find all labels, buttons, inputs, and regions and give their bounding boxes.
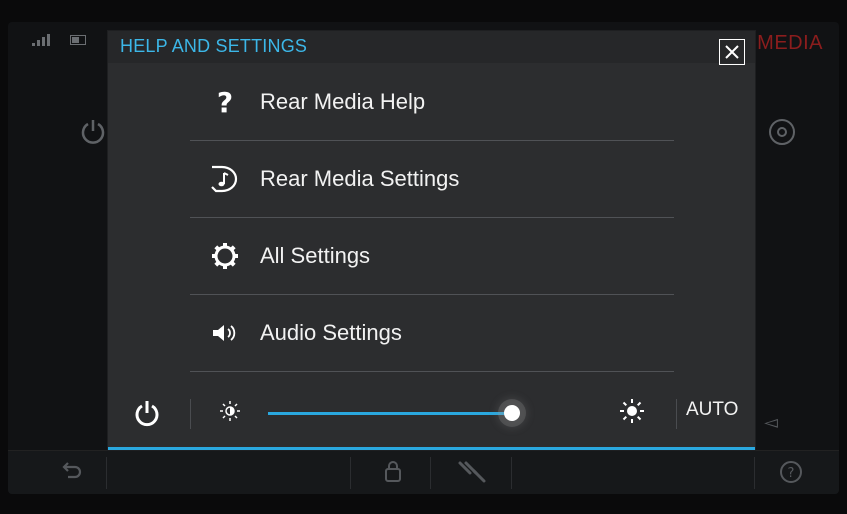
menu-item-all-settings[interactable]: All Settings xyxy=(190,218,674,295)
divider xyxy=(754,457,755,489)
help-settings-dialog: HELP AND SETTINGS ? Rear Media Help Rear… xyxy=(108,31,755,450)
accent-line xyxy=(108,447,755,450)
divider xyxy=(190,399,191,429)
brightness-low-icon[interactable] xyxy=(218,399,242,427)
brightness-slider-handle[interactable] xyxy=(504,405,520,421)
disc-icon xyxy=(769,119,795,145)
divider xyxy=(430,457,431,489)
link-icon xyxy=(456,459,488,491)
background-app-title: MEDIA xyxy=(757,32,823,54)
menu-item-audio-settings[interactable]: Audio Settings xyxy=(190,295,674,372)
status-bar xyxy=(32,34,86,46)
menu-item-rear-media-help[interactable]: ? Rear Media Help xyxy=(190,64,674,141)
lock-icon xyxy=(383,459,403,489)
signal-icon xyxy=(32,34,54,46)
divider xyxy=(350,457,351,489)
gear-icon xyxy=(190,241,260,271)
screen: MEDIA ◅ ? HELP AND SETTINGS ? Rear Media… xyxy=(0,0,847,514)
speaker-muted-icon: ◅ xyxy=(764,412,778,433)
back-icon xyxy=(60,459,84,489)
speaker-icon xyxy=(190,322,260,344)
divider xyxy=(511,457,512,489)
divider xyxy=(106,457,107,489)
menu-item-label: Audio Settings xyxy=(260,320,402,345)
battery-icon xyxy=(70,35,86,45)
svg-text:?: ? xyxy=(788,466,795,481)
settings-menu: ? Rear Media Help Rear Media Settings Al… xyxy=(190,64,674,372)
menu-item-label: Rear Media Settings xyxy=(260,166,460,191)
power-icon xyxy=(135,401,159,427)
divider xyxy=(676,399,677,429)
question-icon: ? xyxy=(190,87,260,117)
menu-item-label: All Settings xyxy=(260,243,371,268)
menu-item-label: Rear Media Help xyxy=(260,89,426,114)
close-button[interactable] xyxy=(719,39,745,65)
close-icon xyxy=(725,45,739,59)
power-icon xyxy=(80,118,106,150)
rear-media-icon xyxy=(190,163,260,195)
dialog-title: HELP AND SETTINGS xyxy=(120,36,308,56)
dialog-header: HELP AND SETTINGS xyxy=(108,31,755,65)
background-bottom-bar: ? xyxy=(8,450,839,494)
help-gear-icon: ? xyxy=(778,459,804,491)
brightness-bar: AUTO xyxy=(108,381,755,447)
brightness-high-icon[interactable] xyxy=(618,397,646,429)
auto-brightness-button[interactable]: AUTO xyxy=(686,399,738,421)
power-button[interactable] xyxy=(134,399,160,431)
brightness-slider-track[interactable] xyxy=(268,412,512,415)
svg-text:?: ? xyxy=(217,87,233,117)
menu-item-rear-media-settings[interactable]: Rear Media Settings xyxy=(190,141,674,218)
